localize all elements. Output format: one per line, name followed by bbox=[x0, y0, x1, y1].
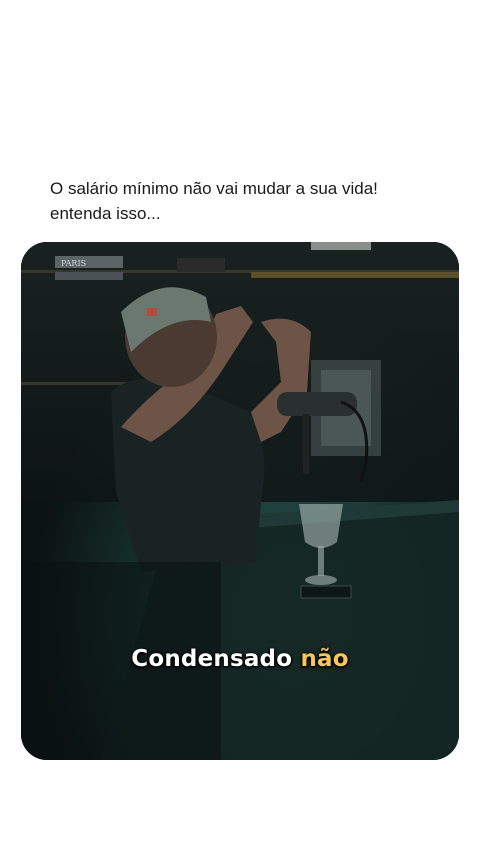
post-caption: O salário mínimo não vai mudar a sua vid… bbox=[50, 176, 450, 226]
glass-icon bbox=[299, 504, 343, 548]
post-page: O salário mínimo não vai mudar a sua vid… bbox=[0, 0, 480, 854]
video-player[interactable]: PARIS Condensado não bbox=[21, 242, 459, 760]
subtitle-text: Condensado bbox=[131, 646, 293, 672]
caption-line-1: O salário mínimo não vai mudar a sua vid… bbox=[50, 179, 378, 198]
book-label: PARIS bbox=[61, 259, 86, 268]
video-frame: PARIS bbox=[21, 242, 459, 760]
subtitle-highlight: não bbox=[300, 646, 349, 672]
video-subtitle: Condensado não bbox=[21, 646, 459, 672]
caption-line-2: entenda isso... bbox=[50, 204, 161, 223]
